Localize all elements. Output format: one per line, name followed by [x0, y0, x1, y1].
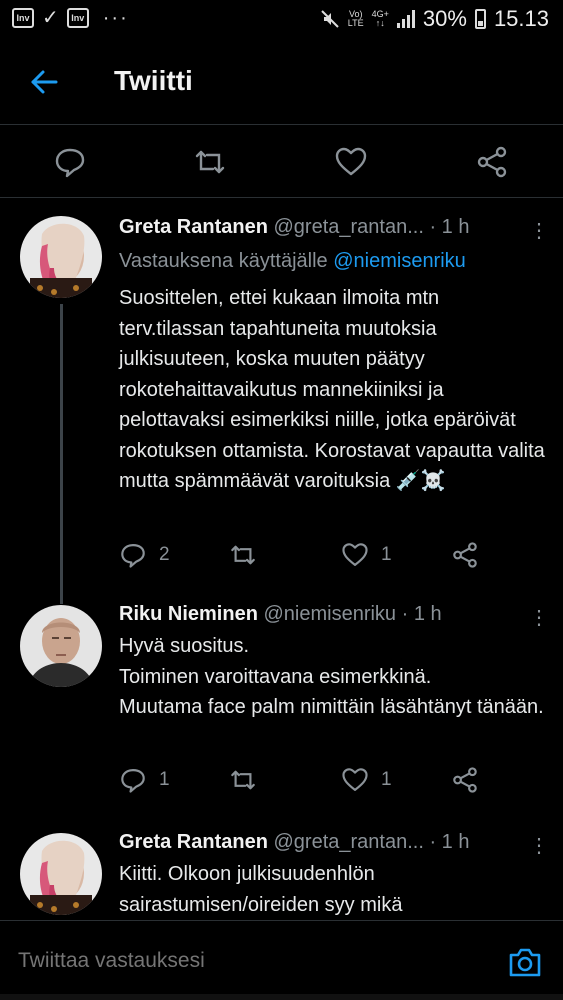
retweet-icon: [231, 545, 255, 565]
tweet-text: Kiitti. Olkoon julkisuudenhlön sairastum…: [119, 863, 403, 916]
like-heart-icon: [342, 543, 368, 566]
tweet-text-line: Toiminen varoittavana esimerkkinä.: [119, 665, 432, 688]
author-name[interactable]: Greta Rantanen: [119, 831, 268, 853]
retweet-icon: [231, 770, 255, 790]
tweet-1[interactable]: Greta Rantanen @greta_rantan... · 1 h ⋮ …: [0, 216, 563, 604]
share-icon[interactable]: [475, 145, 509, 179]
author-handle[interactable]: @niemisenriku: [263, 603, 396, 625]
author-handle[interactable]: @greta_rantan...: [274, 216, 424, 238]
main-tweet-actions: [0, 125, 563, 197]
tweet-time: · 1 h: [429, 216, 470, 238]
header: Twiitti: [0, 40, 563, 124]
tweet-text: Hyvä suositus. Toiminen varoittavana esi…: [119, 631, 549, 723]
more-options-icon[interactable]: ⋮: [529, 605, 549, 630]
tweet-text-line: Hyvä suositus.: [119, 635, 250, 657]
retweet-button[interactable]: [229, 541, 257, 569]
more-options-icon[interactable]: ⋮: [529, 833, 549, 858]
share-button[interactable]: [451, 766, 479, 794]
volte-indicator: Vo) LTE: [347, 9, 364, 28]
share-icon: [453, 767, 477, 793]
tweet-actions: 1 1: [119, 766, 539, 796]
signal-icon: [396, 10, 415, 28]
tweet-time: · 1 h: [429, 831, 470, 853]
back-arrow-icon[interactable]: [26, 64, 62, 100]
retweet-button[interactable]: [229, 766, 257, 794]
check-notification-icon: ✓: [42, 7, 59, 29]
share-button[interactable]: [451, 541, 479, 569]
reply-context: Vastauksena käyttäjälle @niemisenriku: [119, 250, 466, 273]
retweet-icon[interactable]: [193, 145, 227, 179]
tweet-header: Riku Nieminen @niemisenriku · 1 h: [119, 603, 442, 626]
data-indicator: 4G+ ↑↓: [371, 9, 389, 28]
tweet-header: Greta Rantanen @greta_rantan... · 1 h: [119, 831, 469, 854]
reply-count: 1: [159, 769, 170, 790]
tweet-time: · 1 h: [401, 603, 442, 625]
tweet-2[interactable]: Riku Nieminen @niemisenriku · 1 h ⋮ Hyvä…: [0, 603, 563, 823]
reply-button[interactable]: 2: [119, 541, 170, 569]
more-options-icon[interactable]: ⋮: [529, 218, 549, 243]
like-count: 1: [381, 769, 392, 790]
reply-composer-bar: [0, 920, 563, 1000]
battery-percent: 30%: [422, 6, 467, 31]
author-name[interactable]: Greta Rantanen: [119, 216, 268, 238]
reply-input[interactable]: [18, 949, 448, 973]
avatar-greta[interactable]: [20, 216, 102, 298]
author-name[interactable]: Riku Nieminen: [119, 603, 258, 625]
author-handle[interactable]: @greta_rantan...: [274, 831, 424, 853]
more-notifications-icon: ···: [102, 7, 129, 29]
tweet-header: Greta Rantanen @greta_rantan... · 1 h: [119, 216, 469, 239]
page-title: Twiitti: [114, 65, 193, 96]
share-icon: [453, 542, 477, 568]
battery-icon: [474, 9, 486, 29]
avatar-riku[interactable]: [20, 605, 102, 687]
clock: 15.13: [493, 6, 549, 31]
reply-icon: [121, 544, 145, 568]
like-count: 1: [381, 544, 392, 565]
camera-icon[interactable]: [507, 945, 543, 979]
actions-divider: [0, 197, 563, 198]
like-heart-icon[interactable]: [334, 145, 368, 179]
tweet-text: Suosittelen, ettei kukaan ilmoita mtn te…: [119, 287, 545, 492]
reply-icon: [121, 769, 145, 793]
tweet-text-line: Muutama face palm nimittäin läsähtänyt t…: [119, 696, 544, 718]
reply-icon[interactable]: [53, 145, 87, 179]
reply-count: 2: [159, 544, 170, 565]
like-heart-icon: [342, 768, 368, 791]
like-button[interactable]: 1: [341, 766, 392, 794]
tweet-actions: 2 1: [119, 541, 539, 571]
reply-button[interactable]: 1: [119, 766, 170, 794]
reply-prefix: Vastauksena käyttäjälle: [119, 250, 328, 272]
nav-bar-strip: [0, 994, 563, 1000]
status-bar: Inv ✓ Inv ··· Vo) LTE 4G+ ↑↓ 30% 15.13: [0, 0, 563, 40]
thread-line: [60, 304, 63, 604]
mute-icon: [321, 10, 339, 28]
avatar-greta[interactable]: [20, 833, 102, 915]
app-notification-icon: Inv: [12, 8, 34, 28]
tweet-3[interactable]: Greta Rantanen @greta_rantan... · 1 h ⋮ …: [0, 831, 563, 920]
like-button[interactable]: 1: [341, 541, 392, 569]
app-notification-icon-2: Inv: [66, 8, 89, 28]
reply-mention-link[interactable]: @niemisenriku: [333, 250, 466, 272]
